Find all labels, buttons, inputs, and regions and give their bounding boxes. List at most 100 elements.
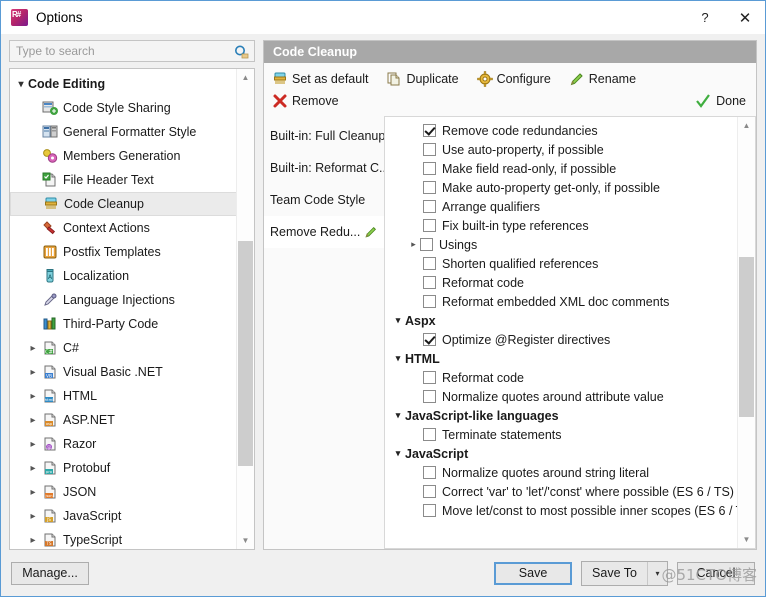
- save-button[interactable]: Save: [494, 561, 573, 585]
- set-as-default-button[interactable]: Set as default: [270, 69, 370, 90]
- option-checkbox-row[interactable]: Reformat code: [385, 273, 738, 292]
- scroll-down-icon[interactable]: ▼: [738, 531, 755, 548]
- scroll-up-icon[interactable]: ▲: [738, 117, 755, 134]
- option-checkbox-row[interactable]: Reformat embedded XML doc comments: [385, 292, 738, 311]
- chevron-down-icon[interactable]: [391, 410, 405, 421]
- option-checkbox-row[interactable]: Terminate statements: [385, 425, 738, 444]
- chevron-right-icon[interactable]: [26, 415, 40, 426]
- sidebar-item-json[interactable]: json JSON: [10, 480, 237, 504]
- option-checkbox[interactable]: [423, 485, 436, 498]
- settings-tree[interactable]: Code Editing Code Style Sharing General …: [10, 69, 237, 549]
- option-checkbox[interactable]: [423, 504, 436, 517]
- save-to-label[interactable]: Save To: [582, 562, 647, 585]
- sidebar-item-code-style-sharing[interactable]: Code Style Sharing: [10, 96, 237, 120]
- sidebar-scrollbar[interactable]: ▲ ▼: [236, 69, 254, 549]
- option-group-header[interactable]: JavaScript-like languages: [385, 406, 738, 425]
- sidebar-item-javascript[interactable]: JS JavaScript: [10, 504, 237, 528]
- option-checkbox[interactable]: [423, 276, 436, 289]
- option-checkbox[interactable]: [423, 219, 436, 232]
- profile-item[interactable]: Built-in: Reformat C...: [264, 152, 389, 184]
- option-checkbox[interactable]: [423, 295, 436, 308]
- scroll-down-icon[interactable]: ▼: [237, 532, 254, 549]
- option-checkbox-row[interactable]: Fix built-in type references: [385, 216, 738, 235]
- done-button[interactable]: Done: [695, 93, 746, 109]
- configure-button[interactable]: Configure: [475, 69, 553, 90]
- option-checkbox[interactable]: [423, 333, 436, 346]
- manage-button[interactable]: Manage...: [11, 561, 89, 585]
- option-checkbox-row[interactable]: Shorten qualified references: [385, 254, 738, 273]
- sidebar-item-visual-basic-net[interactable]: VB Visual Basic .NET: [10, 360, 237, 384]
- option-checkbox[interactable]: [423, 143, 436, 156]
- chevron-down-icon[interactable]: [391, 448, 405, 459]
- option-checkbox[interactable]: [423, 466, 436, 479]
- option-checkbox-row[interactable]: Optimize @Register directives: [385, 330, 738, 349]
- sidebar-item-file-header-text[interactable]: File Header Text: [10, 168, 237, 192]
- option-checkbox-row[interactable]: Make auto-property get-only, if possible: [385, 178, 738, 197]
- sidebar-item-code-editing[interactable]: Code Editing: [10, 72, 237, 96]
- option-checkbox[interactable]: [423, 181, 436, 194]
- search-input[interactable]: [10, 41, 254, 61]
- option-checkbox[interactable]: [423, 371, 436, 384]
- search-box[interactable]: [9, 40, 255, 62]
- profile-item[interactable]: Built-in: Full Cleanup: [264, 120, 385, 152]
- option-checkbox[interactable]: [423, 200, 436, 213]
- chevron-right-icon[interactable]: [26, 391, 40, 402]
- save-to-split-button[interactable]: Save To ▾: [581, 560, 668, 586]
- option-checkbox[interactable]: [420, 238, 433, 251]
- chevron-down-icon[interactable]: [14, 79, 28, 90]
- option-checkbox-row[interactable]: Usings: [385, 235, 738, 254]
- help-button[interactable]: ?: [685, 1, 725, 34]
- chevron-right-icon[interactable]: [26, 343, 40, 354]
- option-checkbox-row[interactable]: Remove code redundancies: [385, 121, 738, 140]
- chevron-right-icon[interactable]: [26, 511, 40, 522]
- option-checkbox-row[interactable]: Use auto-property, if possible: [385, 140, 738, 159]
- option-checkbox-row[interactable]: Normalize quotes around attribute value: [385, 387, 738, 406]
- chevron-down-icon[interactable]: ▾: [648, 562, 667, 585]
- profiles-list[interactable]: Built-in: Full Cleanup Built-in: Reformat…: [264, 116, 389, 549]
- cleanup-options-tree[interactable]: Remove code redundancies Use auto-propert…: [385, 117, 738, 548]
- scroll-up-icon[interactable]: ▲: [237, 69, 254, 86]
- close-button[interactable]: ✕: [725, 1, 765, 34]
- chevron-right-icon[interactable]: [26, 535, 40, 546]
- option-checkbox-row[interactable]: Make field read-only, if possible: [385, 159, 738, 178]
- option-checkbox[interactable]: [423, 428, 436, 441]
- chevron-right-icon[interactable]: [26, 367, 40, 378]
- option-checkbox[interactable]: [423, 390, 436, 403]
- pencil-icon[interactable]: [364, 225, 378, 239]
- sidebar-item-razor[interactable]: @ Razor: [10, 432, 237, 456]
- sidebar-item-third-party-code[interactable]: Third-Party Code: [10, 312, 237, 336]
- sidebar-item-code-cleanup[interactable]: Code Cleanup: [10, 192, 237, 216]
- sidebar-item-postfix-templates[interactable]: Postfix Templates: [10, 240, 237, 264]
- chevron-right-icon[interactable]: [26, 439, 40, 450]
- sidebar-item-context-actions[interactable]: Context Actions: [10, 216, 237, 240]
- option-group-header[interactable]: Aspx: [385, 311, 738, 330]
- chevron-right-icon[interactable]: [26, 487, 40, 498]
- profile-item[interactable]: Team Code Style: [264, 184, 384, 216]
- scrollbar-thumb[interactable]: [739, 257, 754, 417]
- cancel-button[interactable]: Cancel: [677, 561, 755, 585]
- duplicate-button[interactable]: Duplicate: [384, 69, 460, 90]
- remove-button[interactable]: Remove: [270, 91, 341, 112]
- sidebar-item-localization[interactable]: A Localization: [10, 264, 237, 288]
- profile-item[interactable]: Remove Redu...: [264, 216, 384, 248]
- sidebar-item-asp-net[interactable]: asp ASP.NET: [10, 408, 237, 432]
- option-checkbox-row[interactable]: Move let/const to most possible inner sc…: [385, 501, 738, 520]
- option-checkbox[interactable]: [423, 162, 436, 175]
- sidebar-item-protobuf[interactable]: pro Protobuf: [10, 456, 237, 480]
- chevron-right-icon[interactable]: [407, 239, 420, 250]
- option-checkbox-row[interactable]: Normalize quotes around string literal: [385, 463, 738, 482]
- option-group-header[interactable]: JavaScript: [385, 444, 738, 463]
- chevron-right-icon[interactable]: [26, 463, 40, 474]
- scrollbar-thumb[interactable]: [238, 241, 253, 466]
- option-checkbox-row[interactable]: Correct 'var' to 'let'/'const' where pos…: [385, 482, 738, 501]
- sidebar-item-members-generation[interactable]: Members Generation: [10, 144, 237, 168]
- sidebar-item-language-injections[interactable]: Language Injections: [10, 288, 237, 312]
- rename-button[interactable]: Rename: [567, 69, 638, 90]
- sidebar-item-c[interactable]: C# C#: [10, 336, 237, 360]
- option-checkbox[interactable]: [423, 257, 436, 270]
- option-checkbox-row[interactable]: Arrange qualifiers: [385, 197, 738, 216]
- option-checkbox-row[interactable]: Reformat code: [385, 368, 738, 387]
- options-scrollbar[interactable]: ▲ ▼: [737, 117, 755, 548]
- sidebar-item-typescript[interactable]: TS TypeScript: [10, 528, 237, 549]
- search-icon[interactable]: [233, 43, 250, 60]
